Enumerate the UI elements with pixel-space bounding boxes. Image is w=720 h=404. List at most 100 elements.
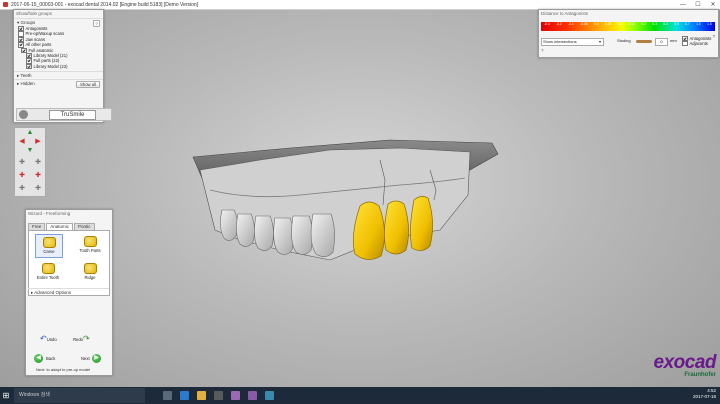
tooth-view-icon[interactable]: ✚ bbox=[34, 159, 42, 167]
scale-tick-label: 0.5 bbox=[674, 21, 679, 26]
next-arrow-icon[interactable]: ▶ bbox=[92, 354, 101, 363]
tab-anatomic[interactable]: Anatomic bbox=[46, 223, 74, 230]
entire-tooth-icon bbox=[41, 263, 55, 274]
trusmile-bar[interactable]: TruSmile bbox=[16, 108, 112, 121]
distance-panel: Distance to Antagonists -0.4 -0.2 -0.1 -0.0… bbox=[538, 9, 719, 58]
groups-section-header[interactable]: ▾ Groups ? bbox=[14, 18, 103, 27]
redo-icon: ↷ bbox=[83, 334, 90, 343]
tooth-view-icon[interactable]: ✚ bbox=[18, 159, 26, 167]
redo-button[interactable]: Redo↷ bbox=[73, 334, 90, 343]
windows-start-icon[interactable]: ⊞ bbox=[0, 387, 12, 404]
scale-tick-label: 0.1 bbox=[617, 21, 623, 26]
exocad-logo: exocad Fraunhofer bbox=[632, 352, 717, 385]
designed-crowns bbox=[353, 196, 433, 260]
scale-tick-label: 0.7 bbox=[685, 21, 690, 26]
system-tray-clock[interactable]: 4:52 2017-07-18 bbox=[693, 388, 716, 400]
tooth-view-icon[interactable]: ✚ bbox=[34, 185, 42, 193]
view-navigation-pad: ▲ ◀ ▶ ▼ ✚ ✚ ✚ ✚ ✚ ✚ bbox=[14, 127, 46, 197]
distance-color-scale: -0.4 -0.2 -0.1 -0.05 0.0 0.05 0.1 0.15 0.2 0.3 0.4… bbox=[541, 22, 715, 31]
minimize-button[interactable]: — bbox=[676, 0, 690, 9]
tooth-parts-icon bbox=[83, 236, 97, 247]
back-label[interactable]: Back bbox=[46, 356, 55, 361]
undo-button[interactable]: ↶Undo bbox=[40, 334, 57, 343]
app-taskbar-icon[interactable] bbox=[265, 391, 274, 400]
chevron-down-icon: ▾ bbox=[598, 39, 601, 44]
task-view-icon[interactable] bbox=[163, 391, 172, 400]
groups-panel: Show/hide groups ▾ Groups ? Antagonists P… bbox=[13, 9, 112, 123]
scale-tick-label: 0.0 bbox=[594, 21, 599, 26]
exocad-taskbar-icon-2[interactable] bbox=[248, 391, 257, 400]
entire-tooth-tool[interactable]: Entire Tooth bbox=[35, 261, 61, 283]
trusmile-button[interactable]: TruSmile bbox=[49, 110, 96, 120]
scale-tick-label: -0.1 bbox=[568, 21, 574, 26]
clock-date: 2017-07-18 bbox=[692, 394, 716, 399]
exocad-taskbar-icon[interactable] bbox=[231, 391, 240, 400]
help-icon[interactable]: ? bbox=[93, 20, 100, 27]
scale-tick-label: -0.4 bbox=[544, 21, 550, 26]
app-icon bbox=[3, 2, 8, 7]
tooth-view-icon[interactable]: ✚ bbox=[34, 172, 42, 180]
studing-slider[interactable] bbox=[636, 40, 652, 43]
carve-tool[interactable]: Carve bbox=[35, 234, 63, 258]
tab-pontic[interactable]: Pontic bbox=[74, 223, 95, 230]
maximize-button[interactable]: ☐ bbox=[691, 0, 705, 9]
scale-tick-label: 1.0 bbox=[696, 21, 701, 26]
window-title: 2017-06-15_00003-001 - exocad dental 201… bbox=[11, 1, 199, 8]
store-icon[interactable] bbox=[214, 391, 223, 400]
hidden-section-header[interactable]: ▸ Hidden Show all bbox=[14, 79, 103, 89]
ridge-tool[interactable]: Ridge bbox=[77, 261, 103, 283]
file-explorer-icon[interactable] bbox=[197, 391, 206, 400]
crown-22 bbox=[384, 200, 409, 255]
adjacents-checkbox[interactable]: Adjacents bbox=[682, 40, 708, 47]
close-button[interactable]: ✕ bbox=[706, 0, 720, 9]
tooth-icon bbox=[19, 110, 28, 119]
distance-panel-header: Distance to Antagonists bbox=[541, 11, 589, 16]
scale-tick-label: 0.2 bbox=[641, 21, 646, 26]
checkbox-icon bbox=[682, 40, 688, 47]
taskbar-search[interactable]: Windows 검색 bbox=[14, 388, 145, 403]
help-icon[interactable]: ? bbox=[541, 48, 544, 53]
wizard-panel: Wizard - Freeforming Free Anatomic Ponti… bbox=[25, 209, 113, 376]
group-item[interactable]: Library Model (23) bbox=[18, 63, 103, 70]
exocad-brand: exocad bbox=[653, 352, 717, 373]
scale-tick-label: 0.15 bbox=[628, 21, 635, 26]
tab-free[interactable]: Free bbox=[28, 223, 46, 230]
rotate-down-icon[interactable]: ▼ bbox=[26, 147, 34, 155]
advanced-options-header[interactable]: ▸ Advanced Options bbox=[28, 288, 109, 296]
show-all-button[interactable]: Show all bbox=[76, 81, 100, 89]
scale-tick-label: 0.05 bbox=[605, 21, 612, 26]
groups-panel-header: Show/hide groups bbox=[16, 11, 53, 16]
scale-tick-label: 1.5 bbox=[707, 21, 712, 26]
group-item-label: Library Model (23) bbox=[33, 63, 68, 69]
tooth-view-icon[interactable]: ✚ bbox=[18, 185, 26, 193]
wizard-footer: Next: to adapt to pre-op model bbox=[36, 367, 91, 372]
crown-23 bbox=[410, 196, 433, 251]
studing-label: Studing bbox=[617, 38, 631, 43]
view-right-icon[interactable]: ▶ bbox=[34, 138, 42, 146]
scale-ticks: -0.4 -0.2 -0.1 -0.05 0.0 0.05 0.1 0.15 0.2 0.3 0.4… bbox=[541, 22, 715, 26]
help-icon[interactable]: ? bbox=[712, 34, 715, 39]
teeth-section-header[interactable]: ▸ Teeth bbox=[14, 71, 103, 79]
tooth-parts-tool[interactable]: Tooth Parts bbox=[77, 234, 103, 256]
next-label[interactable]: Next bbox=[81, 356, 90, 361]
edge-icon[interactable] bbox=[180, 391, 189, 400]
rotate-up-icon[interactable]: ▲ bbox=[26, 129, 34, 137]
wizard-header: Wizard - Freeforming bbox=[28, 211, 71, 216]
wizard-tabs: Free Anatomic Pontic bbox=[28, 223, 96, 230]
scale-tick-label: 0.3 bbox=[652, 21, 657, 26]
back-arrow-icon[interactable]: ◀ bbox=[34, 354, 43, 363]
tooth-view-icon[interactable]: ✚ bbox=[18, 172, 26, 180]
studing-input[interactable]: 0 bbox=[655, 38, 668, 46]
windows-taskbar: ⊞ Windows 검색 4:52 2017-07-18 bbox=[0, 387, 720, 404]
carve-icon bbox=[42, 237, 56, 248]
anatomic-tools-area: Carve Tooth Parts Entire Tooth Ridge bbox=[28, 230, 110, 296]
scale-tick-label: 0.4 bbox=[663, 21, 668, 26]
ridge-icon bbox=[83, 263, 97, 274]
view-left-icon[interactable]: ◀ bbox=[18, 138, 26, 146]
scale-tick-label: -0.05 bbox=[580, 21, 588, 26]
undo-icon: ↶ bbox=[40, 334, 47, 343]
checkbox-icon[interactable] bbox=[26, 63, 32, 70]
intersection-dropdown[interactable]: Show intersections ▾ bbox=[541, 38, 604, 46]
group-list: Antagonists Pre-op/Waxup scans Jaw scans Al… bbox=[14, 25, 103, 70]
scale-tick-label: -0.2 bbox=[556, 21, 562, 26]
